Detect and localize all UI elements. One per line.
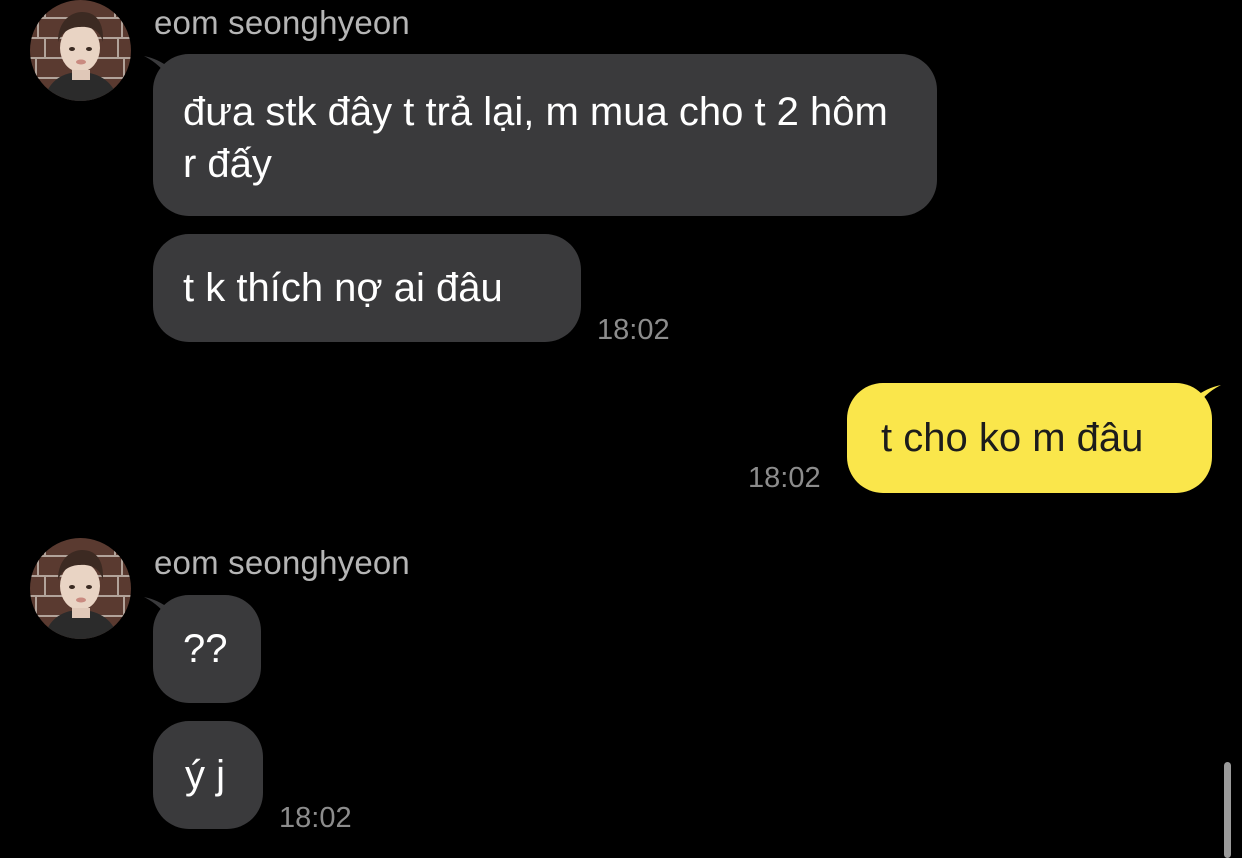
avatar[interactable] (30, 538, 131, 639)
message-timestamp: 18:02 (748, 462, 821, 494)
message-bubble[interactable]: t k thích nợ ai đâu (153, 234, 581, 342)
message-bubble[interactable]: ý j (153, 721, 263, 829)
sender-name: eom seonghyeon (154, 4, 410, 41)
avatar[interactable] (30, 0, 131, 101)
scrollbar[interactable] (1224, 762, 1231, 858)
bubble-tail (1195, 385, 1221, 409)
message-bubble[interactable]: đưa stk đây t trả lại, m mua cho t 2 hôm… (153, 54, 937, 216)
sender-name: eom seonghyeon (154, 544, 410, 581)
avatar-photo (30, 538, 131, 639)
message-bubble-outgoing[interactable]: t cho ko m đâu (847, 383, 1212, 493)
avatar-photo (30, 0, 131, 101)
message-timestamp: 18:02 (279, 802, 352, 834)
message-timestamp: 18:02 (597, 314, 670, 346)
message-bubble[interactable]: ?? (153, 595, 261, 703)
